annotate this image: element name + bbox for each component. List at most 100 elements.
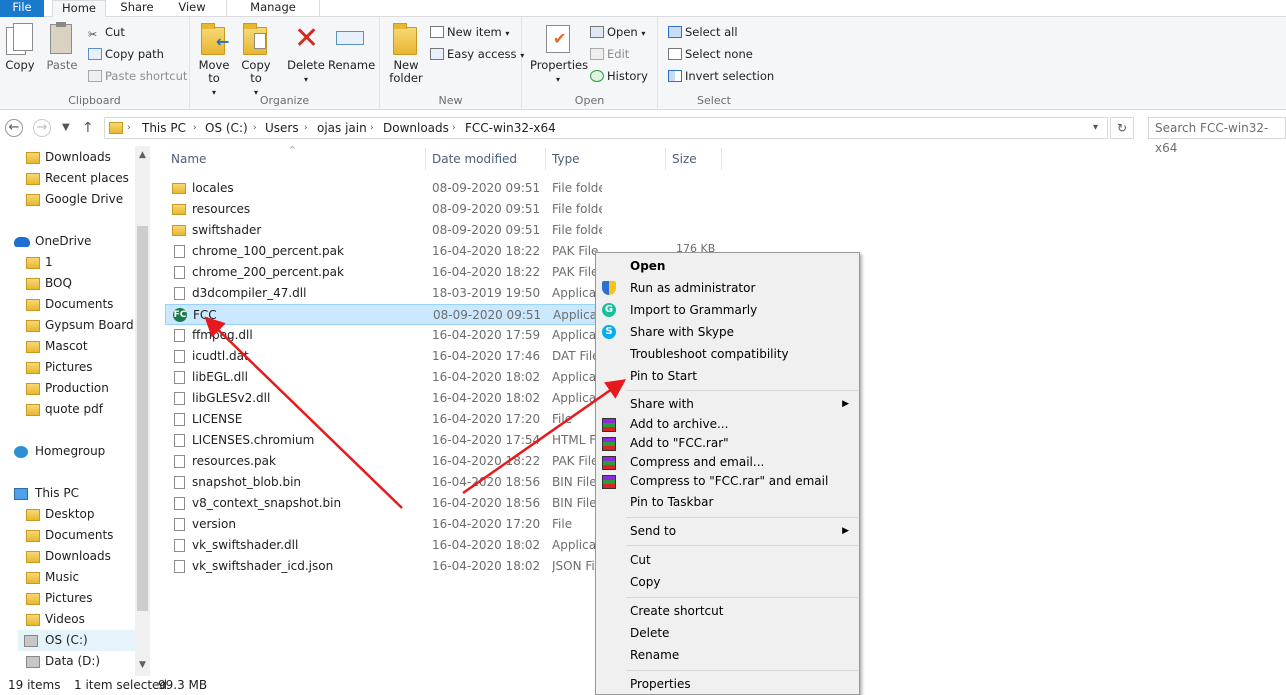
recent-locations-button[interactable]: ▼ [62,119,70,137]
nav-item-data-d[interactable]: Data (D:) [24,651,100,672]
back-button[interactable]: ← [5,119,23,137]
nav-item-recent-places[interactable]: Recent places [24,168,129,189]
table-row[interactable]: resources.pak 16-04-2020 18:22 PAK File [165,451,605,472]
menu-compress-email[interactable]: Compress and email... [596,453,859,472]
nav-item-music[interactable]: Music [24,567,79,588]
menu-create-shortcut[interactable]: Create shortcut [596,600,859,622]
nav-item-documents[interactable]: Documents [24,294,113,315]
nav-item-boq[interactable]: BOQ [24,273,72,294]
table-row[interactable]: v8_context_snapshot.bin 16-04-2020 18:56 B… [165,493,605,514]
table-row[interactable]: LICENSES.chromium 16-04-2020 17:54 HTML Fi [165,430,605,451]
table-row[interactable]: version 16-04-2020 17:20 File [165,514,605,535]
scroll-down-icon[interactable]: ▼ [135,658,150,673]
open-button[interactable]: Open ▾ [590,23,645,41]
menu-copy[interactable]: Copy [596,571,859,593]
easy-access-button[interactable]: Easy access ▾ [430,45,524,63]
table-row[interactable]: FC FCC 08-09-2020 09:51 Applicat [165,304,605,325]
tab-home[interactable]: Home [52,0,106,18]
scroll-up-icon[interactable]: ▲ [135,148,150,163]
copy-to-button[interactable]: Copy to ▾ [238,21,274,99]
scroll-thumb[interactable] [137,226,148,611]
forward-button[interactable]: → [33,119,51,137]
invert-selection-button[interactable]: Invert selection [668,67,774,85]
menu-send-to[interactable]: Send to ▶ [596,520,859,542]
nav-item-quote-pdf[interactable]: quote pdf [24,399,103,420]
table-row[interactable]: chrome_100_percent.pak 16-04-2020 18:22 PA… [165,241,605,262]
delete-button[interactable]: ✕ Delete ▾ [286,21,326,86]
table-row[interactable]: libGLESv2.dll 16-04-2020 18:02 Applicat [165,388,605,409]
address-dropdown-button[interactable]: ▾ [1093,118,1098,138]
nav-item-this-pc[interactable]: This PC [12,483,79,504]
history-button[interactable]: History [590,67,648,85]
copy-button[interactable]: Copy [3,21,37,72]
breadcrumb-os-c[interactable]: OS (C:) [205,118,248,138]
select-none-button[interactable]: Select none [668,45,753,63]
menu-pin-to-taskbar[interactable]: Pin to Taskbar [596,491,859,513]
table-row[interactable]: locales 08-09-2020 09:51 File folder [165,178,605,199]
column-name[interactable]: Name [171,148,426,170]
up-button[interactable]: ↑ [82,119,94,137]
menu-cut[interactable]: Cut [596,549,859,571]
nav-item-os-c[interactable]: OS (C:) [18,630,135,651]
table-row[interactable]: chrome_200_percent.pak 16-04-2020 18:22 PA… [165,262,605,283]
menu-add-to-archive[interactable]: Add to archive... [596,415,859,434]
nav-item-pc-downloads[interactable]: Downloads [24,546,111,567]
table-row[interactable]: d3dcompiler_47.dll 18-03-2019 19:50 Applic… [165,283,605,304]
nav-item-onedrive[interactable]: OneDrive [12,231,91,252]
nav-item-pictures[interactable]: Pictures [24,357,93,378]
table-row[interactable]: snapshot_blob.bin 16-04-2020 18:56 BIN Fil… [165,472,605,493]
nav-item-google-drive[interactable]: Google Drive [24,189,123,210]
table-row[interactable]: LICENSE 16-04-2020 17:20 File [165,409,605,430]
menu-add-to-rar[interactable]: Add to "FCC.rar" [596,434,859,453]
breadcrumb-fcc-win32-x64[interactable]: FCC-win32-x64 [465,118,556,138]
tab-manage[interactable]: Manage [226,0,320,17]
table-row[interactable]: swiftshader 08-09-2020 09:51 File folder [165,220,605,241]
menu-compress-rar-email[interactable]: Compress to "FCC.rar" and email [596,472,859,491]
refresh-button[interactable]: ↻ [1110,117,1134,139]
nav-item-homegroup[interactable]: Homegroup [12,441,105,462]
nav-item-mascot[interactable]: Mascot [24,336,88,357]
cut-button[interactable]: ✂ Cut [88,23,125,41]
menu-delete[interactable]: Delete [596,622,859,644]
nav-item-pc-pictures[interactable]: Pictures [24,588,93,609]
table-row[interactable]: ffmpeg.dll 16-04-2020 17:59 Applicat [165,325,605,346]
menu-share-with[interactable]: Share with ▶ [596,393,859,415]
nav-item-desktop[interactable]: Desktop [24,504,95,525]
breadcrumb-users[interactable]: Users [265,118,299,138]
new-folder-button[interactable]: New folder [386,21,426,85]
column-size[interactable]: Size [672,148,722,170]
menu-import-grammarly[interactable]: G Import to Grammarly [596,299,859,321]
address-bar[interactable]: › This PC › OS (C:) › Users › ojas jain … [104,117,1108,139]
table-row[interactable]: vk_swiftshader.dll 16-04-2020 18:02 Applic… [165,535,605,556]
nav-item-1[interactable]: 1 [24,252,53,273]
nav-item-pc-documents[interactable]: Documents [24,525,113,546]
menu-rename[interactable]: Rename [596,644,859,666]
menu-troubleshoot[interactable]: Troubleshoot compatibility [596,343,859,365]
properties-button[interactable]: Properties▾ [530,21,588,86]
tab-view[interactable]: View [168,0,216,17]
copy-path-button[interactable]: Copy path [88,45,164,63]
menu-pin-to-start[interactable]: Pin to Start [596,365,859,387]
paste-button[interactable]: Paste [43,21,81,72]
breadcrumb-ojas-jain[interactable]: ojas jain [317,118,367,138]
breadcrumb-downloads[interactable]: Downloads [383,118,449,138]
menu-share-skype[interactable]: S Share with Skype [596,321,859,343]
nav-scrollbar[interactable]: ▲ ▼ [135,146,150,676]
search-input[interactable]: Search FCC-win32-x64 [1148,117,1286,155]
menu-open[interactable]: Open [596,255,859,277]
column-type[interactable]: Type [552,148,666,170]
nav-item-videos[interactable]: Videos [24,609,85,630]
menu-properties[interactable]: Properties [596,673,859,695]
edit-button[interactable]: Edit [590,45,629,63]
move-to-button[interactable]: ← Move to ▾ [196,21,232,99]
paste-shortcut-button[interactable]: Paste shortcut [88,67,187,85]
tab-file[interactable]: File [0,0,44,17]
table-row[interactable]: icudtl.dat 16-04-2020 17:46 DAT File [165,346,605,367]
breadcrumb-this-pc[interactable]: This PC [142,118,186,138]
column-date-modified[interactable]: Date modified [432,148,546,170]
table-row[interactable]: resources 08-09-2020 09:51 File folder [165,199,605,220]
nav-item-downloads[interactable]: Downloads [24,147,111,168]
select-all-button[interactable]: Select all [668,23,738,41]
rename-button[interactable]: Rename [328,21,375,72]
new-item-button[interactable]: New item ▾ [430,23,509,41]
